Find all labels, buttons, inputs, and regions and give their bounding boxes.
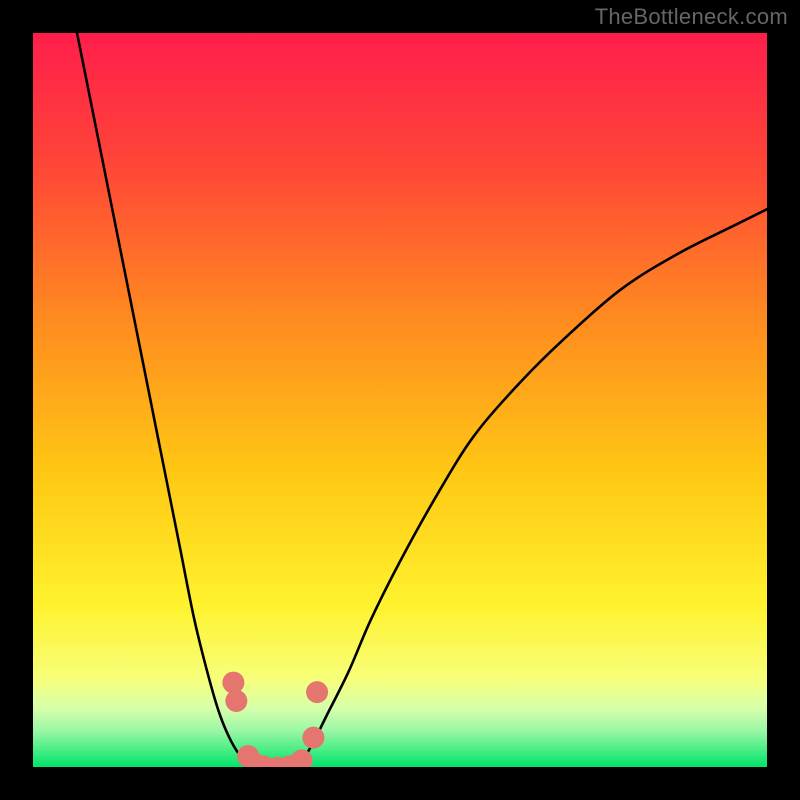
watermark-text: TheBottleneck.com	[595, 4, 788, 30]
chart-frame: TheBottleneck.com	[0, 0, 800, 800]
data-marker	[225, 690, 247, 712]
data-marker	[222, 672, 244, 694]
plot-area	[33, 33, 767, 767]
data-marker	[302, 727, 324, 749]
chart-svg	[33, 33, 767, 767]
gradient-bg	[33, 33, 767, 767]
data-marker	[306, 681, 328, 703]
